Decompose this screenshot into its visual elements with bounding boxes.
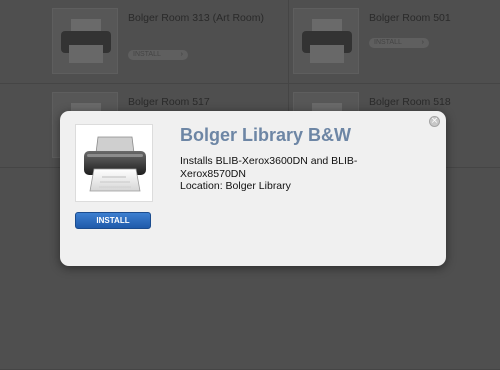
install-details: Installs BLIB-Xerox3600DN and BLIB-Xerox… [180, 155, 358, 180]
location-text: Location: Bolger Library [180, 180, 291, 192]
printer-icon [84, 136, 146, 192]
printer-icon [61, 19, 111, 63]
install-button[interactable]: INSTALL › [369, 38, 429, 48]
install-button[interactable]: INSTALL › [128, 50, 188, 60]
chevron-right-icon: › [421, 39, 424, 46]
printer-name: Bolger Room 517 [128, 96, 210, 108]
chevron-right-icon: › [180, 51, 183, 58]
close-icon[interactable]: × [429, 116, 440, 127]
printer-detail-dialog: × Bolger Library B&W Installs BLIB-Xerox… [60, 111, 446, 266]
printer-icon [302, 19, 352, 63]
printer-thumbnail [52, 8, 118, 74]
printer-name: Bolger Room 518 [369, 96, 451, 108]
dialog-title: Bolger Library B&W [180, 125, 352, 145]
printer-card[interactable]: Bolger Room 501 INSTALL › [293, 8, 500, 78]
printer-name: Bolger Room 501 [369, 12, 451, 24]
install-button[interactable]: INSTALL [75, 212, 151, 229]
printer-card[interactable]: Bolger Room 313 (Art Room) INSTALL › [52, 8, 282, 78]
printer-name: Bolger Room 313 (Art Room) [128, 12, 264, 24]
install-label: INSTALL [374, 39, 402, 46]
printer-description: Installs BLIB-Xerox3600DN and BLIB-Xerox… [180, 155, 380, 193]
printer-thumbnail [75, 124, 153, 202]
install-label: INSTALL [133, 51, 161, 58]
printer-thumbnail [293, 8, 359, 74]
